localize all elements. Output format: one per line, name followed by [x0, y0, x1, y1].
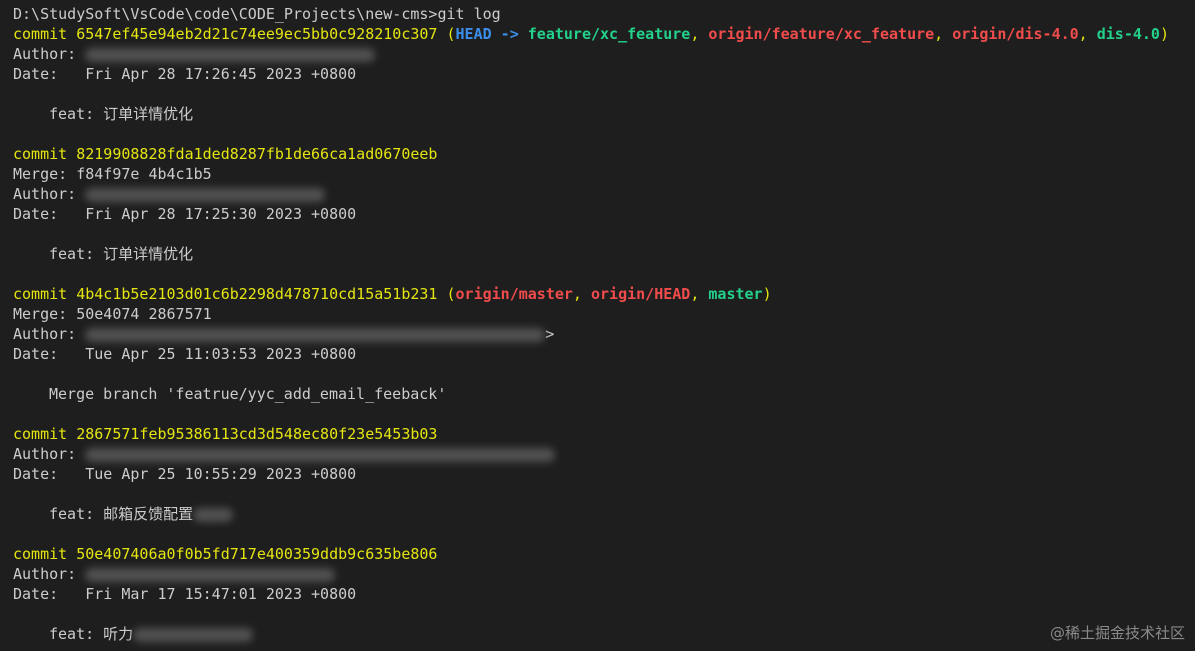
ref-paren: ( [437, 285, 456, 303]
author-label: Author: [13, 325, 86, 343]
merge-line: Merge: 50e4074 2867571 [13, 305, 212, 323]
commit-message: feat: 听力 [13, 624, 1195, 644]
ref-paren: ( [437, 25, 456, 43]
commit-hash: commit 50e407406a0f0b5fd717e400359ddb9c6… [13, 545, 438, 563]
commit-message: Merge branch 'featrue/yyc_add_email_feeb… [49, 385, 447, 403]
merge-line: Merge: f84f97e 4b4c1b5 [13, 165, 212, 183]
remote-branch-ref: origin/HEAD [590, 285, 691, 303]
commit-line: commit 6547ef45e94eb2d21c74ee9ec5bb0c928… [13, 24, 1195, 44]
author-label: Author: [13, 185, 86, 203]
ref-paren: ) [1159, 25, 1169, 43]
remote-branch-ref: origin/dis-4.0 [952, 25, 1079, 43]
redacted-author [85, 327, 546, 342]
head-ref: HEAD -> [455, 25, 528, 43]
commit-line: commit 8219908828fda1ded8287fb1de66ca1ad… [13, 144, 1195, 164]
author-tail: > [545, 325, 555, 343]
ref-separator: , [690, 285, 709, 303]
date-line: Date: Fri Mar 17 15:47:01 2023 +0800 [13, 585, 357, 603]
local-branch-ref: feature/xc_feature [527, 25, 691, 43]
ref-separator: , [690, 25, 709, 43]
author-line: Author: [13, 444, 1195, 464]
date-line: Date: Tue Apr 25 11:03:53 2023 +0800 [13, 345, 357, 363]
redacted-author [85, 567, 336, 582]
date-line: Date: Tue Apr 25 10:55:29 2023 +0800 [13, 465, 357, 483]
author-label: Author: [13, 565, 86, 583]
author-line: Author: [13, 184, 1195, 204]
ref-separator: , [934, 25, 953, 43]
ref-separator: , [572, 285, 591, 303]
date-line: Date: Fri Apr 28 17:26:45 2023 +0800 [13, 65, 357, 83]
redacted-author [85, 187, 326, 202]
remote-branch-ref: origin/master [455, 285, 573, 303]
ref-paren: ) [762, 285, 772, 303]
author-line: Author: [13, 564, 1195, 584]
redacted-text [133, 627, 254, 642]
author-line: Author: > [13, 324, 1195, 344]
author-line: Author: [13, 44, 1195, 64]
commit-line: commit 4b4c1b5e2103d01c6b2298d478710cd15… [13, 284, 1195, 304]
commit-line: commit 50e407406a0f0b5fd717e400359ddb9c6… [13, 544, 1195, 564]
redacted-author [85, 447, 556, 462]
author-label: Author: [13, 45, 86, 63]
commit-message: feat: 邮箱反馈配置 [13, 504, 1195, 524]
commit-hash: commit 2867571feb95386113cd3d548ec80f23e… [13, 425, 438, 443]
commit-line: commit 2867571feb95386113cd3d548ec80f23e… [13, 424, 1195, 444]
tag-ref: dis-4.0 [1096, 25, 1160, 43]
commit-hash: commit 4b4c1b5e2103d01c6b2298d478710cd15… [13, 285, 438, 303]
command-prompt: D:\StudySoft\VsCode\code\CODE_Projects\n… [13, 5, 501, 23]
commit-hash: commit 6547ef45e94eb2d21c74ee9ec5bb0c928… [13, 25, 438, 43]
commit-message: feat: 订单详情优化 [49, 245, 194, 263]
commit-hash: commit 8219908828fda1ded8287fb1de66ca1ad… [13, 145, 438, 163]
redacted-text [193, 507, 234, 522]
commit-message: feat: 订单详情优化 [49, 105, 194, 123]
redacted-author [85, 47, 376, 62]
ref-separator: , [1078, 25, 1097, 43]
remote-branch-ref: origin/feature/xc_feature [708, 25, 935, 43]
author-label: Author: [13, 445, 86, 463]
watermark: @稀土掘金技术社区 [1049, 624, 1185, 642]
date-line: Date: Fri Apr 28 17:25:30 2023 +0800 [13, 205, 357, 223]
local-branch-ref: master [708, 285, 763, 303]
terminal-output[interactable]: D:\StudySoft\VsCode\code\CODE_Projects\n… [13, 4, 1195, 644]
